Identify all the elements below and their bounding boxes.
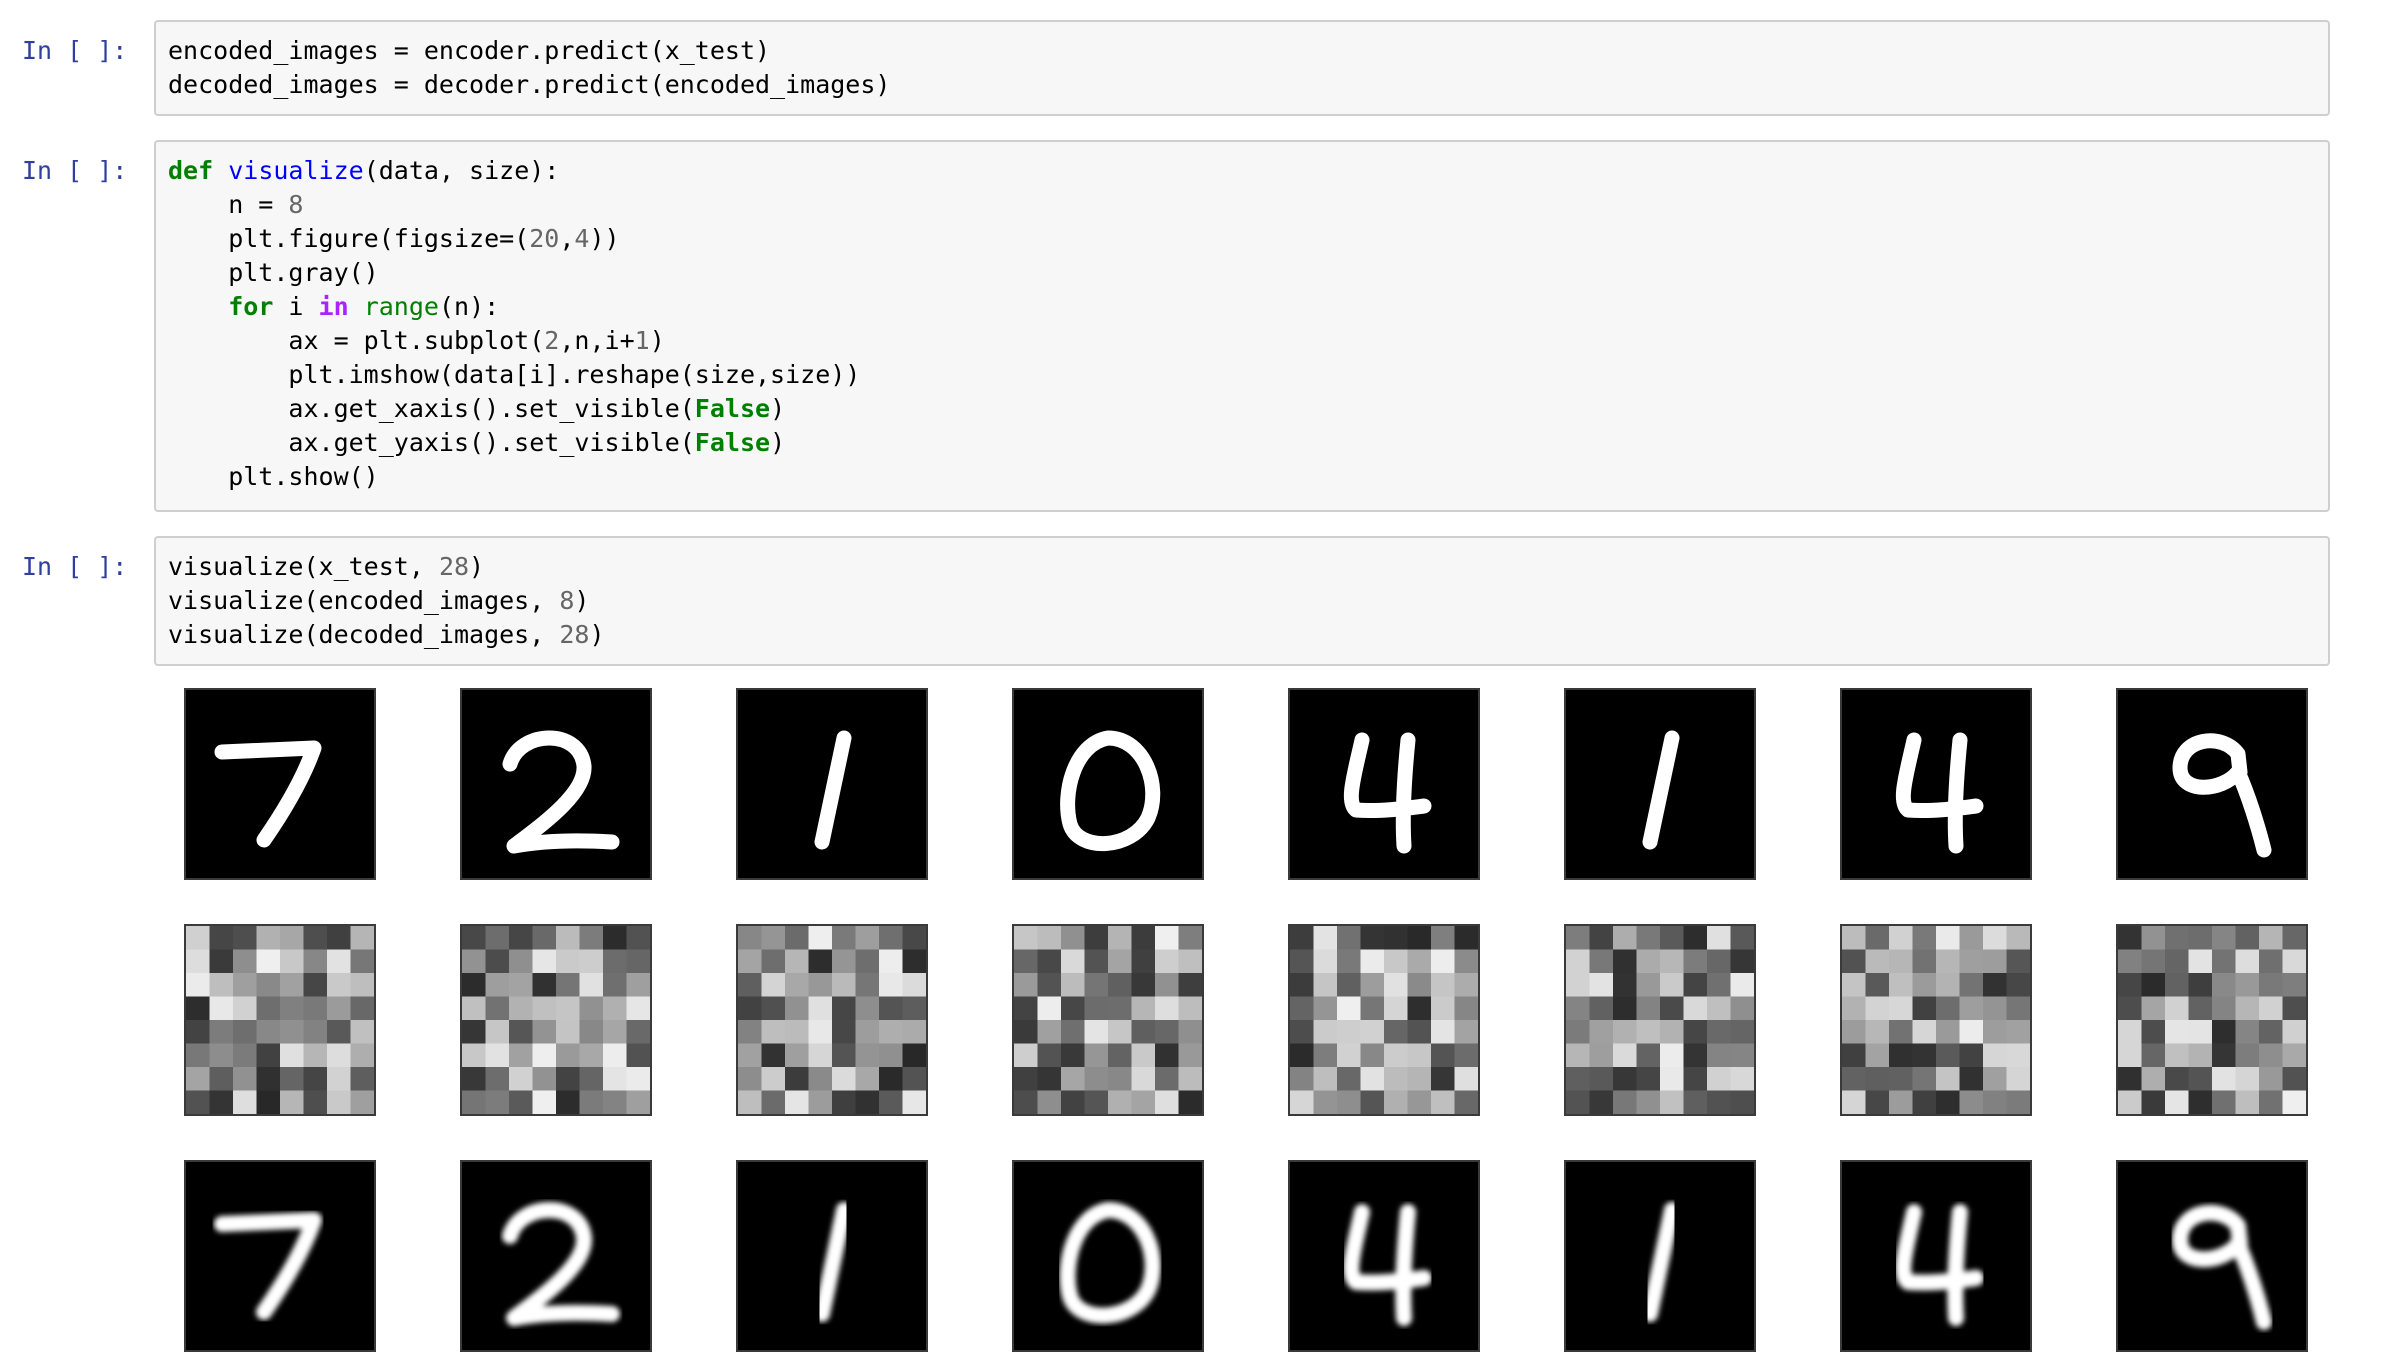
- encoded-image-3: [1012, 924, 1204, 1116]
- digit-stroke: [1060, 730, 1161, 852]
- original-image-4: [1288, 688, 1480, 880]
- decoded-image-5: [1564, 1160, 1756, 1352]
- digit-stroke: [1642, 1202, 1680, 1322]
- digit-stroke: [1343, 732, 1432, 854]
- encoded-image-6: [1840, 924, 2032, 1116]
- original-image-1: [460, 688, 652, 880]
- decoded-image-0: [184, 1160, 376, 1352]
- encoded-image-2: [736, 924, 928, 1116]
- digit-stroke: [502, 1202, 620, 1326]
- decoded-image-7: [2116, 1160, 2308, 1352]
- digit-stroke: [1059, 1202, 1161, 1324]
- digit-stroke: [1343, 1204, 1432, 1326]
- digit-stroke: [1895, 732, 1984, 854]
- digit-stroke: [1895, 1204, 1984, 1326]
- original-image-0: [184, 688, 376, 880]
- original-image-3: [1012, 688, 1204, 880]
- decoded-image-6: [1840, 1160, 2032, 1352]
- digit-stroke: [214, 1212, 322, 1320]
- digit-stroke: [814, 1202, 852, 1322]
- cell-output: [0, 0, 2398, 1366]
- digit-stroke: [814, 730, 852, 850]
- digit-stroke: [502, 730, 620, 854]
- original-image-6: [1840, 688, 2032, 880]
- encoded-image-4: [1288, 924, 1480, 1116]
- decoded-image-4: [1288, 1160, 1480, 1352]
- digit-stroke: [1642, 730, 1680, 850]
- digit-stroke: [214, 740, 322, 848]
- digit-stroke: [2172, 733, 2272, 858]
- decoded-image-1: [460, 1160, 652, 1352]
- encoded-image-1: [460, 924, 652, 1116]
- decoded-image-3: [1012, 1160, 1204, 1352]
- original-image-7: [2116, 688, 2308, 880]
- original-image-5: [1564, 688, 1756, 880]
- encoded-image-0: [184, 924, 376, 1116]
- decoded-image-2: [736, 1160, 928, 1352]
- encoded-image-7: [2116, 924, 2308, 1116]
- original-image-2: [736, 688, 928, 880]
- encoded-image-5: [1564, 924, 1756, 1116]
- digit-stroke: [2172, 1204, 2272, 1330]
